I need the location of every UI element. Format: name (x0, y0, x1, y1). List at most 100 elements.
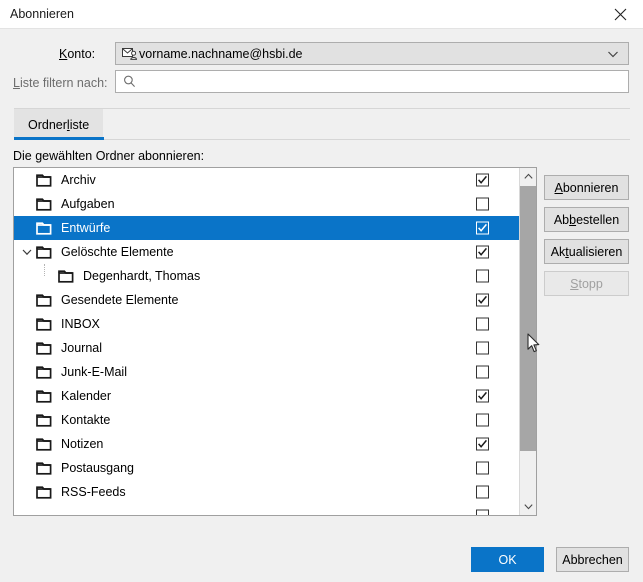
folder-list-rows: Archiv Aufgaben Entwürfe Gelöschte Elemente… (14, 168, 519, 516)
folder-row[interactable] (14, 504, 519, 516)
folder-row[interactable]: Archiv (14, 168, 519, 192)
tabstrip-top-divider (14, 108, 630, 109)
ok-button[interactable]: OK (471, 547, 544, 572)
folder-row[interactable]: Kontakte (14, 408, 519, 432)
folder-row-checkbox[interactable] (476, 510, 489, 517)
folder-icon (36, 222, 56, 235)
folder-row-checkbox[interactable] (476, 366, 489, 379)
folder-row[interactable]: Journal (14, 336, 519, 360)
folder-row-label: Journal (61, 341, 102, 355)
folder-row[interactable]: Degenhardt, Thomas (14, 264, 519, 288)
filter-label-rest: iste filtern nach: (20, 76, 108, 90)
scrollbar-thumb[interactable] (520, 186, 536, 451)
folder-icon (36, 294, 56, 307)
folder-row-label: Notizen (61, 437, 103, 451)
folder-icon (36, 318, 56, 331)
subscribe-label: bonnieren (563, 181, 619, 195)
tab-label-post: iste (70, 118, 89, 132)
check-icon (477, 295, 488, 306)
check-icon (477, 391, 488, 402)
folder-row-label: Degenhardt, Thomas (83, 269, 200, 283)
cancel-button[interactable]: Abbrechen (556, 547, 629, 572)
mail-account-icon (121, 47, 137, 61)
account-label-rest: onto: (67, 47, 95, 61)
tab-strip: Ordnerliste (14, 108, 630, 140)
folder-list[interactable]: Archiv Aufgaben Entwürfe Gelöschte Elemente… (13, 167, 537, 516)
folder-row[interactable]: Kalender (14, 384, 519, 408)
unsubscribe-button[interactable]: Abbestellen (544, 207, 629, 232)
filter-field[interactable] (115, 70, 629, 93)
chevron-down-icon[interactable] (18, 248, 36, 256)
folder-row-checkbox[interactable] (476, 462, 489, 475)
folder-row-checkbox[interactable] (476, 222, 489, 235)
folder-row-label: Postausgang (61, 461, 134, 475)
subscribe-accel: A (555, 181, 563, 195)
folder-icon (36, 462, 56, 475)
folder-row-checkbox[interactable] (476, 174, 489, 187)
folder-row-checkbox[interactable] (476, 390, 489, 403)
chevron-down-icon (607, 48, 619, 60)
tab-folder-list[interactable]: Ordnerliste (14, 109, 103, 140)
chevron-down-icon (524, 503, 533, 510)
tab-active-indicator (14, 137, 104, 140)
folder-row-checkbox[interactable] (476, 438, 489, 451)
folder-icon (36, 366, 56, 379)
folder-row-checkbox[interactable] (476, 294, 489, 307)
folder-icon (58, 270, 78, 283)
stop-accel: S (570, 277, 578, 291)
folder-row[interactable]: INBOX (14, 312, 519, 336)
folder-row[interactable]: Gelöschte Elemente (14, 240, 519, 264)
check-icon (477, 439, 488, 450)
chevron-up-icon (524, 173, 533, 180)
folder-row[interactable]: RSS-Feeds (14, 480, 519, 504)
folder-icon (36, 198, 56, 211)
close-button[interactable] (597, 0, 643, 28)
window-title: Abonnieren (10, 7, 74, 21)
account-label: Konto: (59, 47, 95, 61)
folder-row-checkbox[interactable] (476, 414, 489, 427)
subscribe-button[interactable]: Abonnieren (544, 175, 629, 200)
folder-row-label: Gesendete Elemente (61, 293, 178, 307)
scroll-down-button[interactable] (520, 498, 536, 515)
refresh-button[interactable]: Aktualisieren (544, 239, 629, 264)
folder-row[interactable]: Gesendete Elemente (14, 288, 519, 312)
folder-row-label: Gelöschte Elemente (61, 245, 174, 259)
tab-label-pre: Ordner (28, 118, 67, 132)
folder-row-label: Junk-E-Mail (61, 365, 127, 379)
folder-icon (36, 342, 56, 355)
folder-row-checkbox[interactable] (476, 246, 489, 259)
scroll-up-button[interactable] (520, 168, 536, 185)
folder-row-label: INBOX (61, 317, 100, 331)
folder-row[interactable]: Notizen (14, 432, 519, 456)
folder-row-label: Archiv (61, 173, 96, 187)
unsubscribe-pre: Ab (554, 213, 569, 227)
unsubscribe-accel: b (569, 213, 576, 227)
folder-row-label: Kontakte (61, 413, 110, 427)
tree-connector (44, 264, 46, 276)
folder-row-checkbox[interactable] (476, 486, 489, 499)
stop-label: topp (579, 277, 603, 291)
folder-icon (36, 486, 56, 499)
folder-row-checkbox[interactable] (476, 198, 489, 211)
filter-label-accel: L (13, 76, 20, 90)
close-icon (614, 8, 627, 21)
account-combobox[interactable]: vorname.nachname@hsbi.de (115, 42, 629, 65)
refresh-label: ualisieren (569, 245, 623, 259)
list-scrollbar[interactable] (519, 168, 536, 515)
title-bar: Abonnieren (0, 0, 643, 29)
tabstrip-bottom-divider (14, 139, 630, 140)
folder-row[interactable]: Aufgaben (14, 192, 519, 216)
folder-row[interactable]: Entwürfe (14, 216, 519, 240)
search-icon (122, 75, 136, 89)
folder-row-checkbox[interactable] (476, 342, 489, 355)
folder-row-checkbox[interactable] (476, 318, 489, 331)
list-caption: Die gewählten Ordner abonnieren: (13, 149, 204, 163)
folder-row[interactable]: Junk-E-Mail (14, 360, 519, 384)
folder-row[interactable]: Postausgang (14, 456, 519, 480)
unsubscribe-label: estellen (576, 213, 619, 227)
folder-row-checkbox[interactable] (476, 270, 489, 283)
folder-icon (36, 174, 56, 187)
folder-row-label: Entwürfe (61, 221, 110, 235)
folder-row-label: RSS-Feeds (61, 485, 126, 499)
folder-row-label: Kalender (61, 389, 111, 403)
